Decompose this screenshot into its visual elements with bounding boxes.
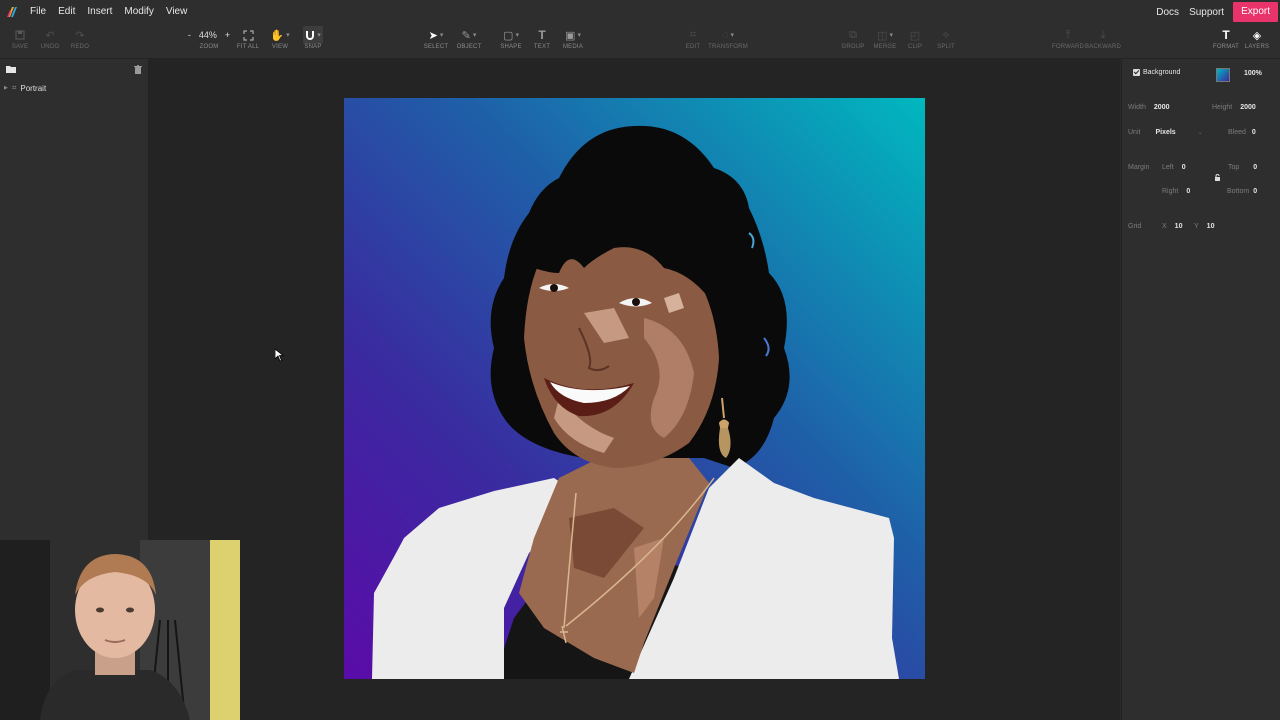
menu-bar: File Edit Insert Modify View Docs Suppor… [0,0,1280,24]
menu-modify[interactable]: Modify [118,0,159,24]
layers-panel-header [0,59,148,79]
app-logo-icon[interactable] [0,0,24,24]
group-button[interactable]: ⧉ GROUP [842,26,865,56]
background-color-swatch[interactable] [1216,68,1230,82]
pen-icon: ✎ [461,29,471,42]
color-swatch-icon[interactable] [1216,68,1230,82]
undo-icon: ↶ [45,29,55,42]
merge-icon: ◫ [877,29,888,42]
forward-icon: ⤒ [1065,28,1071,41]
grid-y-field[interactable]: Y 10 [1194,223,1214,230]
format-icon: T [1222,28,1230,42]
grid-x-field[interactable]: X 10 [1162,223,1182,230]
width-field[interactable]: Width 2000 [1128,104,1169,111]
pointer-icon: ➤ [428,29,438,42]
margin-bottom-field[interactable]: Bottom 0 [1227,188,1257,195]
export-button[interactable]: Export [1233,2,1278,22]
redo-icon: ↷ [75,29,85,42]
chevron-down-icon: ▾ [286,32,290,39]
transform-icon: ◌ [721,29,729,41]
background-opacity[interactable]: 100% [1244,70,1262,77]
mouse-cursor-icon [275,349,284,362]
object-tool[interactable]: ✎ ▾ OBJECT [455,26,483,56]
fit-all-icon [242,26,254,44]
margin-top-field[interactable]: Top 0 [1228,164,1257,171]
forward-button[interactable]: ⤒ FORWARD [1052,26,1084,56]
save-icon [15,26,25,44]
format-panel: Background 100% Width 2000 Height 2000 U… [1121,59,1280,720]
trash-icon[interactable] [134,64,142,74]
zoom-in-button[interactable]: + [225,30,230,40]
format-tab[interactable]: T FORMAT [1212,26,1240,56]
chevron-down-icon: ▾ [577,32,581,39]
save-button[interactable]: SAVE [10,26,30,56]
chevron-down-icon: ▾ [472,32,477,39]
layers-icon: ◈ [1252,29,1262,42]
checkbox-checked-icon[interactable] [1133,69,1140,76]
merge-button[interactable]: ◫ ▾ MERGE [872,26,898,56]
chevron-down-icon[interactable]: ⌄ [1198,129,1203,136]
support-link[interactable]: Support [1184,7,1229,18]
toolbar: SAVE ↶ UNDO ↷ REDO - 44% + ZOOM FIT ALL … [0,24,1280,59]
chevron-down-icon: ▾ [439,32,444,39]
menu-file[interactable]: File [24,0,52,24]
group-icon: ⧉ [849,28,857,41]
background-toggle[interactable]: Background [1133,69,1180,76]
bleed-field[interactable]: Bleed 0 [1212,129,1256,136]
canvas-area[interactable] [149,59,1120,720]
chevron-down-icon: ▾ [730,32,735,39]
split-button[interactable]: ⟡ SPLIT [935,26,957,56]
zoom-control: - 44% + ZOOM [187,30,231,50]
text-tool[interactable]: T TEXT [532,26,552,56]
margin-right-field[interactable]: Right 0 [1162,188,1190,195]
text-icon: T [538,28,546,42]
menu-edit[interactable]: Edit [52,0,81,24]
media-tool[interactable]: ▣ ▾ MEDIA [560,26,586,56]
hand-icon: ✋ [270,29,285,42]
margin-label: Margin [1128,164,1150,171]
backward-icon: ⤓ [1100,28,1106,41]
layer-label: Portrait [20,83,47,93]
layers-panel: ▶ ⌗ Portrait [0,59,149,540]
snap-button[interactable]: ▾ SNAP [300,26,326,56]
menu-insert[interactable]: Insert [81,0,118,24]
chevron-down-icon: ▾ [317,32,321,39]
layers-tab[interactable]: ◈ LAYERS [1243,26,1271,56]
grid-label: Grid [1128,223,1142,230]
portrait-illustration[interactable] [344,98,925,679]
transform-button[interactable]: ◌ ▾ TRANSFORM [708,26,748,56]
image-icon: ▣ [565,29,576,42]
chevron-down-icon: ▾ [889,32,893,39]
layer-type-icon: ⌗ [11,83,17,92]
margin-left-field[interactable]: Left 0 [1162,164,1186,171]
backward-button[interactable]: ⤓ BACKWARD [1085,26,1121,56]
folder-icon[interactable] [6,65,16,73]
menu-view[interactable]: View [160,0,194,24]
view-button[interactable]: ✋ ▾ VIEW [267,26,293,56]
square-icon: ▢ [503,29,514,42]
margin-lock-icon[interactable] [1214,174,1221,181]
chevron-down-icon: ▾ [515,32,519,39]
docs-link[interactable]: Docs [1151,7,1184,18]
fit-all-button[interactable]: FIT ALL [236,26,260,56]
zoom-out-button[interactable]: - [188,30,191,40]
split-icon: ⟡ [942,28,950,41]
height-field[interactable]: Height 2000 [1212,104,1256,111]
clip-button[interactable]: ◰ CLIP [906,26,924,56]
clip-icon: ◰ [909,29,921,42]
shape-tool[interactable]: ▢ ▾ SHAPE [498,26,524,56]
zoom-value[interactable]: 44% [199,30,217,40]
magnet-icon [306,31,315,40]
presenter-video [0,540,240,720]
redo-button[interactable]: ↷ REDO [70,26,90,56]
layer-item[interactable]: ▶ ⌗ Portrait [0,79,148,97]
select-tool[interactable]: ➤ ▾ SELECT [422,26,450,56]
undo-button[interactable]: ↶ UNDO [40,26,60,56]
expand-icon[interactable]: ▶ [4,85,8,91]
artboard[interactable] [344,98,925,679]
edit-button[interactable]: ⌗ EDIT [684,26,702,56]
unit-select[interactable]: Unit Pixels ⌄ [1128,129,1203,136]
edit-icon: ⌗ [689,28,697,41]
webcam-overlay [0,540,240,720]
